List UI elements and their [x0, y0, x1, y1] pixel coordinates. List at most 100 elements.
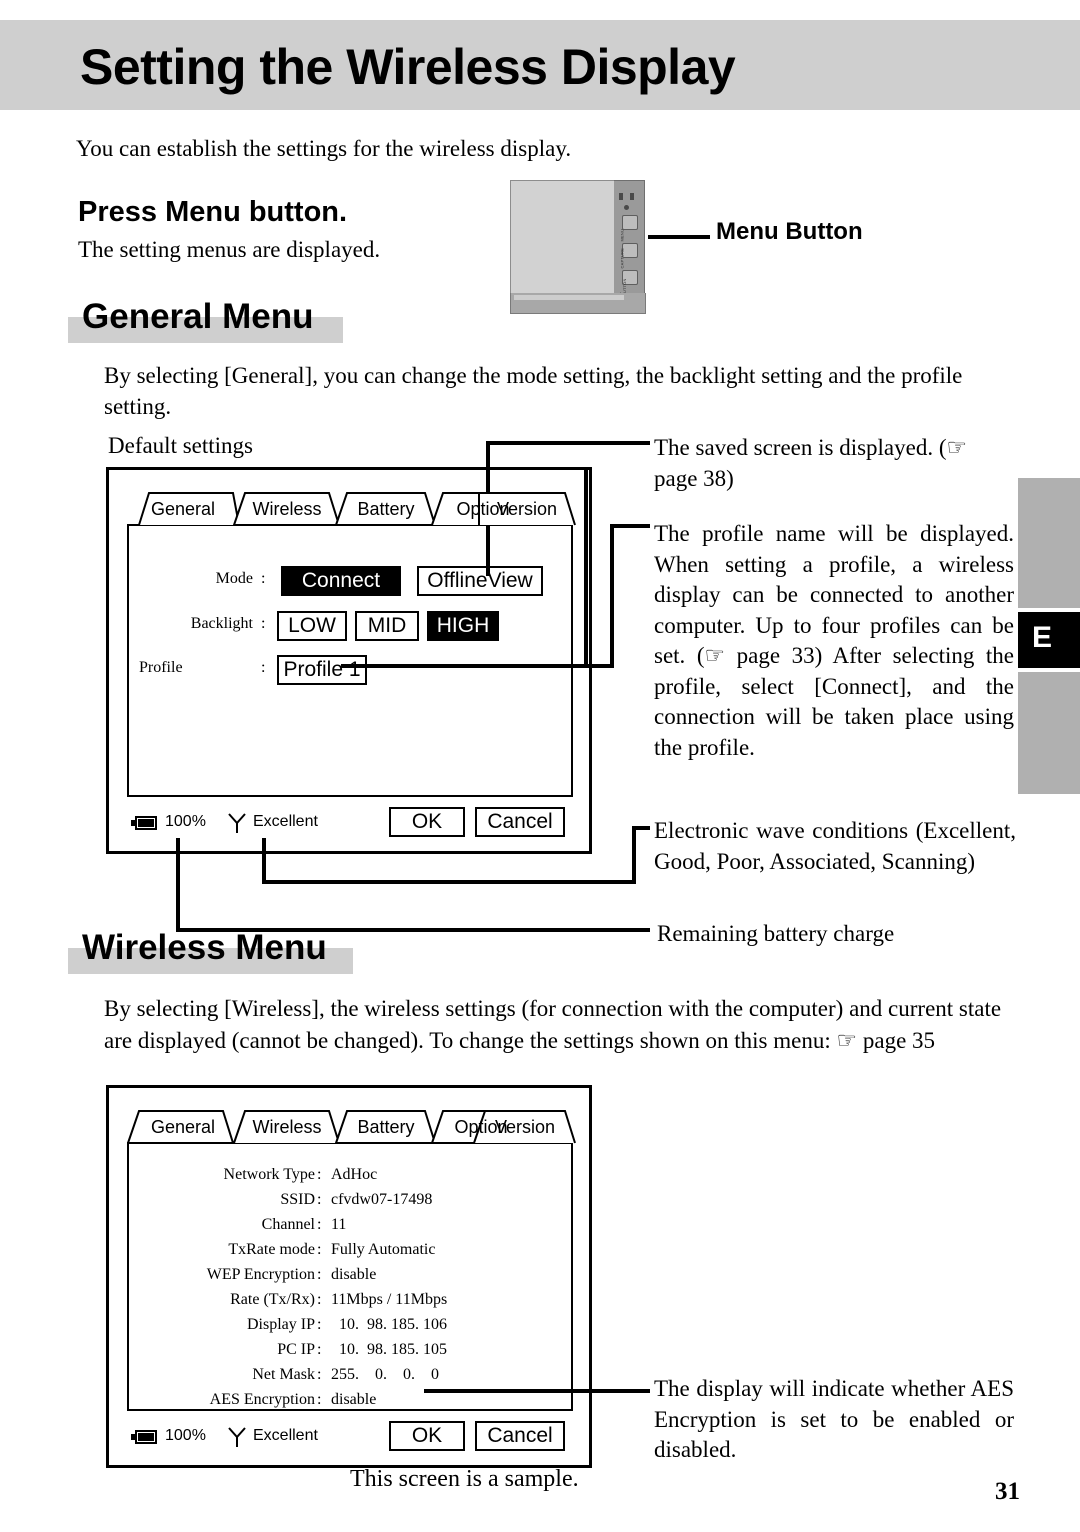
signal-label-general: Excellent — [253, 813, 318, 830]
wtab-general-label: General — [150, 1116, 216, 1137]
row-colon-net-mask: : — [317, 1366, 322, 1383]
general-menu-heading-text: General Menu — [82, 297, 314, 336]
row-colon-wep-encryption: : — [317, 1266, 322, 1283]
wtab-battery-label: Battery — [357, 1116, 415, 1137]
mode-colon: : — [261, 570, 266, 587]
tab-version[interactable]: Version — [477, 492, 577, 526]
side-tab-gray-top — [1018, 478, 1080, 608]
menu-button-callout-label: Menu Button — [716, 218, 863, 245]
row-value-txrate-mode: Fully Automatic — [331, 1241, 436, 1258]
row-value-net-mask: 255. 0. 0. 0 — [331, 1366, 439, 1383]
side-tab-gray-bottom — [1018, 672, 1080, 794]
mode-option-connect[interactable]: Connect — [281, 566, 401, 596]
mode-label: Mode — [215, 570, 253, 587]
callout-profile-name: The profile name will be displayed. When… — [654, 521, 1014, 761]
backlight-colon: : — [261, 615, 266, 632]
device-base-lip — [514, 295, 624, 300]
callout-wave-conditions: Electronic wave conditions (Excellent, G… — [654, 818, 1016, 874]
general-screen-statusbar: 100% Excellent OK Cancel — [127, 803, 575, 843]
device-led-power-icon — [619, 193, 623, 200]
wireless-display-device-illustration: MENU CAPTURE B-BUTTON — [510, 180, 650, 314]
battery-fill-icon — [138, 819, 154, 827]
row-value-channel: 11 — [331, 1216, 347, 1233]
row-label-wep-encryption: WEP Encryption — [206, 1266, 315, 1283]
general-menu-screen: General Wireless Battery Option Version — [106, 467, 592, 854]
row-colon-rate: : — [317, 1291, 322, 1308]
general-menu-panel: Mode : Connect OfflineView Backlight : L… — [127, 524, 573, 797]
tab-version-label: Version — [496, 498, 558, 519]
row-colon-channel: : — [317, 1216, 322, 1233]
callout-battery-charge: Remaining battery charge — [657, 921, 895, 946]
backlight-label: Backlight — [190, 615, 253, 632]
row-colon-ssid: : — [317, 1191, 322, 1208]
signal-antenna-icon — [228, 813, 246, 833]
wtab-battery[interactable]: Battery — [335, 1110, 437, 1144]
wireless-menu-description: By selecting [Wireless], the wireless se… — [104, 996, 1002, 1053]
backlight-option-low[interactable]: LOW — [277, 611, 347, 641]
tab-battery[interactable]: Battery — [335, 492, 437, 526]
row-colon-network-type: : — [317, 1166, 322, 1183]
row-colon-aes-encryption: : — [317, 1391, 322, 1408]
tab-wireless[interactable]: Wireless — [233, 492, 341, 526]
cancel-button-wireless[interactable]: Cancel — [475, 1421, 565, 1451]
row-value-pc-ip: 10. 98. 185. 105 — [331, 1341, 447, 1358]
page-title: Setting the Wireless Display — [80, 39, 736, 95]
row-value-aes-encryption: disable — [331, 1391, 377, 1408]
mode-option-offlineview[interactable]: OfflineView — [417, 566, 543, 596]
general-menu-description: By selecting [General], you can change t… — [104, 363, 963, 419]
general-screen-tabbar: General Wireless Battery Option Version — [109, 492, 589, 526]
row-label-ssid: SSID — [280, 1191, 315, 1208]
side-tab-letter: E — [1032, 621, 1053, 654]
press-menu-heading: Press Menu button. — [78, 196, 348, 228]
device-led-status-icon — [630, 193, 634, 200]
device-power-button — [622, 215, 638, 230]
battery-percent-general: 100% — [165, 813, 206, 830]
wireless-menu-panel: Network Type : AdHoc SSID : cfvdw07-1749… — [127, 1142, 573, 1411]
row-label-channel: Channel — [261, 1216, 315, 1233]
callout-aes-encryption: The display will indicate whether AES En… — [654, 1376, 1014, 1463]
row-label-rate: Rate (Tx/Rx) — [230, 1291, 315, 1308]
row-label-aes-encryption: AES Encryption — [209, 1391, 315, 1408]
row-value-display-ip: 10. 98. 185. 106 — [331, 1316, 447, 1333]
wireless-menu-heading-text: Wireless Menu — [82, 928, 327, 967]
backlight-option-mid[interactable]: MID — [355, 611, 419, 641]
battery-fill-icon-wireless — [138, 1433, 154, 1441]
battery-percent-wireless: 100% — [165, 1427, 206, 1444]
tab-general[interactable]: General — [127, 492, 239, 526]
row-label-txrate-mode: TxRate mode — [228, 1241, 315, 1258]
row-value-network-type: AdHoc — [331, 1166, 378, 1183]
general-menu-heading: General Menu — [68, 297, 358, 343]
row-colon-pc-ip: : — [317, 1341, 322, 1358]
device-screen-face — [510, 180, 616, 295]
row-colon-txrate-mode: : — [317, 1241, 322, 1258]
row-label-net-mask: Net Mask — [252, 1366, 315, 1383]
callout-saved-screen: The saved screen is displayed. (☞ page 3… — [654, 435, 968, 491]
row-label-network-type: Network Type — [223, 1166, 315, 1183]
profile-colon: : — [261, 659, 266, 676]
battery-icon — [131, 816, 157, 830]
device-side-bezel: MENU CAPTURE B-BUTTON — [614, 180, 645, 307]
signal-antenna-icon-wireless — [228, 1427, 246, 1447]
menu-button-leader-line — [648, 235, 710, 239]
tab-general-label: General — [150, 498, 216, 519]
ok-button-wireless[interactable]: OK — [389, 1421, 465, 1451]
cancel-button-general[interactable]: Cancel — [475, 807, 565, 837]
wireless-screen-statusbar: 100% Excellent OK Cancel — [127, 1417, 575, 1457]
row-value-rate: 11Mbps / 11Mbps — [331, 1291, 448, 1308]
wireless-menu-screen: General Wireless Battery Option Version — [106, 1085, 592, 1468]
tab-battery-label: Battery — [357, 498, 415, 519]
row-value-wep-encryption: disable — [331, 1266, 377, 1283]
row-value-ssid: cfvdw07-17498 — [331, 1191, 433, 1208]
wireless-menu-heading: Wireless Menu — [68, 928, 368, 974]
device-menu-button-label: MENU — [619, 228, 625, 242]
row-label-pc-ip: PC IP — [277, 1341, 315, 1358]
profile-value[interactable]: Profile 1 — [277, 655, 367, 685]
wtab-wireless[interactable]: Wireless — [233, 1110, 341, 1144]
page-number: 31 — [995, 1478, 1020, 1505]
row-colon-display-ip: : — [317, 1316, 322, 1333]
backlight-option-high[interactable]: HIGH — [427, 611, 499, 641]
ok-button-general[interactable]: OK — [389, 807, 465, 837]
battery-icon-wireless — [131, 1430, 157, 1444]
wtab-general[interactable]: General — [127, 1110, 239, 1144]
wtab-version-label: Version — [494, 1116, 556, 1137]
